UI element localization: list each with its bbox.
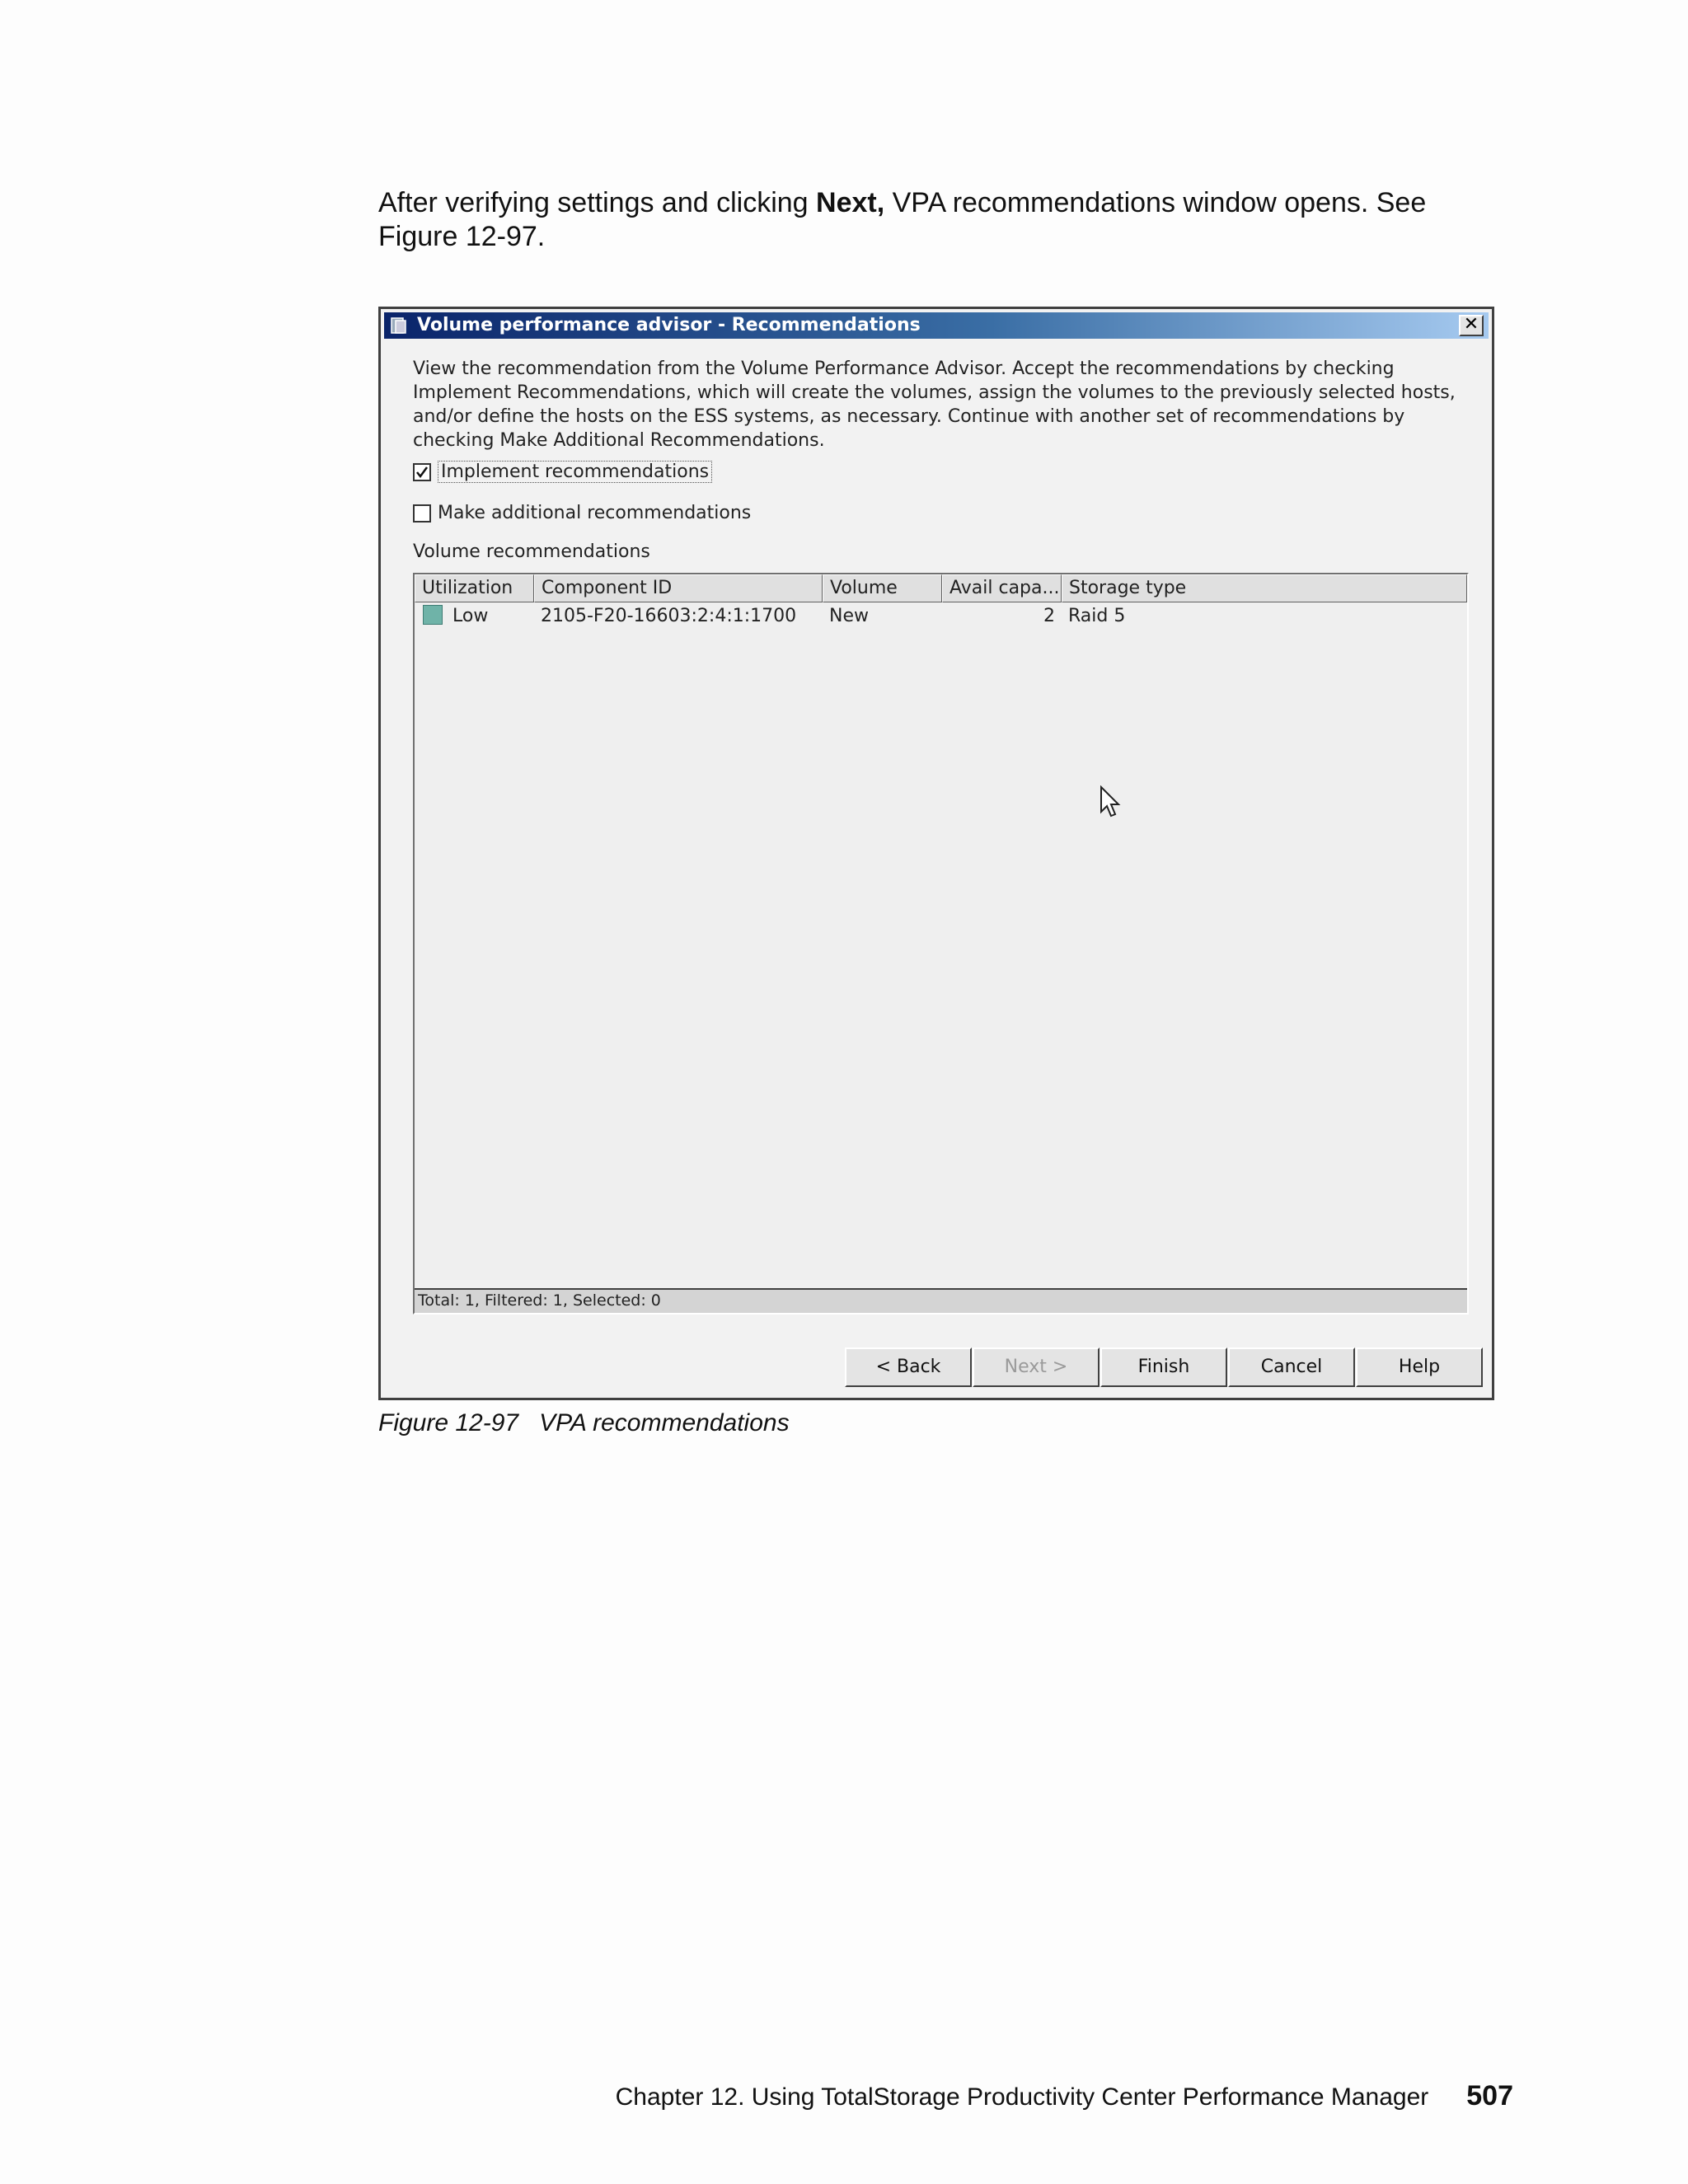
cell-storage-type: Raid 5 [1068,606,1126,626]
next-button[interactable]: Next > [973,1347,1100,1387]
app-icon [391,317,406,334]
utilization-value: Low [452,606,489,626]
back-button[interactable]: < Back [845,1347,972,1387]
additional-recommendations-label: Make additional recommendations [438,503,752,523]
column-header-volume[interactable]: Volume [823,574,942,602]
checkmark-icon [416,466,429,478]
help-button[interactable]: Help [1356,1347,1483,1387]
additional-recommendations-row[interactable]: Make additional recommendations [413,503,751,523]
column-header-storage-type[interactable]: Storage type [1062,574,1467,602]
chapter-title: Chapter 12. Using TotalStorage Productiv… [615,2083,1429,2111]
figure-caption: Figure 12-97 VPA recommendations [378,1409,790,1436]
column-header-component-id[interactable]: Component ID [534,574,823,602]
close-button[interactable]: ✕ [1459,315,1484,336]
finish-button[interactable]: Finish [1100,1347,1227,1387]
volume-recommendations-label: Volume recommendations [413,541,650,562]
dialog-button-bar: < Back Next > Finish Cancel Help [845,1347,1483,1387]
mouse-pointer-icon [1100,785,1121,818]
intro-text-before: After verifying settings and clicking [378,187,817,218]
recommendations-table: Utilization Component ID Volume Avail ca… [413,573,1469,1315]
intro-text-bold: Next, [816,187,885,218]
cell-volume: New [829,606,869,626]
table-header: Utilization Component ID Volume Avail ca… [415,574,1467,602]
dialog-title: Volume performance advisor - Recommendat… [417,315,921,335]
dialog-description: View the recommendation from the Volume … [413,359,1456,451]
cell-utilization: Low [415,602,534,630]
table-status-bar: Total: 1, Filtered: 1, Selected: 0 [415,1288,1467,1313]
cancel-button[interactable]: Cancel [1228,1347,1355,1387]
page-footer: Chapter 12. Using TotalStorage Productiv… [616,2080,1513,2112]
intro-paragraph: After verifying settings and clicking Ne… [378,186,1450,254]
column-header-utilization[interactable]: Utilization [415,574,534,602]
cell-component-id: 2105-F20-16603:2:4:1:1700 [541,606,797,626]
dialog-titlebar[interactable]: Volume performance advisor - Recommendat… [384,312,1489,339]
implement-recommendations-row[interactable]: Implement recommendations [413,461,713,483]
close-icon: ✕ [1463,314,1479,335]
page-number: 507 [1466,2080,1513,2111]
additional-recommendations-checkbox[interactable] [413,504,431,523]
implement-recommendations-checkbox[interactable] [413,462,431,481]
cell-avail-capacity: 2 [1043,606,1055,626]
implement-recommendations-label: Implement recommendations [438,461,713,483]
utilization-swatch-icon [423,605,443,625]
column-header-avail-capacity[interactable]: Avail capa... [942,574,1062,602]
vpa-recommendations-dialog: Volume performance advisor - Recommendat… [378,307,1494,1400]
table-row[interactable]: Low 2105-F20-16603:2:4:1:1700 New 2 Raid… [415,602,1467,630]
